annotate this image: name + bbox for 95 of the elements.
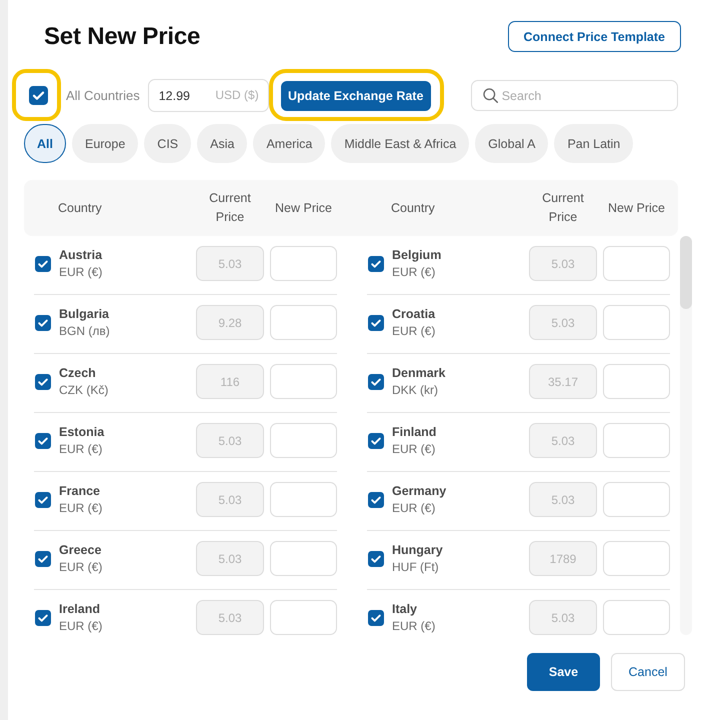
currency-code: EUR (€) [392, 500, 436, 516]
search-icon [482, 88, 498, 103]
current-price-field: 5.03 [529, 305, 597, 340]
currency-code: EUR (€) [392, 322, 436, 340]
checkbox[interactable] [35, 432, 51, 448]
checkbox[interactable] [35, 492, 51, 508]
new-price-field[interactable] [270, 305, 337, 340]
column-header: Current Price [208, 190, 252, 226]
country-name: Greece [59, 542, 102, 558]
checkbox[interactable] [368, 314, 384, 330]
region-tab[interactable]: Asia [197, 124, 248, 163]
new-price-field[interactable] [603, 246, 670, 281]
current-price-field: 5.03 [529, 423, 597, 458]
currency-code: EUR (€) [392, 440, 436, 458]
column-header: Current Price [541, 190, 585, 226]
country-name: Bulgaria [59, 306, 110, 322]
currency-code: EUR (€) [59, 618, 102, 634]
country-name: Germany [392, 482, 446, 500]
region-tab[interactable]: Middle East & Africa [331, 124, 470, 163]
country-name: Belgium [392, 246, 442, 264]
new-price-field[interactable] [270, 246, 337, 281]
currency-code: EUR (€) [392, 264, 436, 280]
checkbox[interactable] [35, 374, 51, 390]
new-price-field[interactable] [603, 423, 670, 458]
currency-code: EUR (€) [59, 440, 102, 458]
checkbox[interactable] [35, 314, 51, 330]
checkbox[interactable] [368, 374, 384, 390]
current-price-field: 5.03 [529, 600, 597, 635]
current-price-field: 5.03 [196, 246, 264, 281]
current-price-field: 1789 [529, 541, 597, 576]
currency-code: DKK (kr) [392, 382, 438, 398]
checkbox[interactable] [368, 610, 384, 626]
region-tab[interactable]: CIS [144, 124, 192, 163]
cancel-button[interactable]: Cancel [611, 653, 685, 691]
currency-label: USD ($) [215, 88, 259, 103]
region-tab[interactable]: Global A [475, 124, 548, 163]
country-name: Italy [392, 600, 418, 618]
country-name: Hungary [392, 542, 443, 558]
currency-code: EUR (€) [59, 264, 102, 280]
new-price-field[interactable] [270, 600, 337, 635]
column-header: Country [57, 200, 103, 217]
scrollbar-thumb[interactable] [680, 236, 692, 309]
region-tab[interactable]: America [253, 124, 326, 163]
checkbox[interactable] [368, 432, 384, 448]
country-name: Czech [59, 364, 96, 382]
search-field[interactable]: Search [470, 80, 678, 111]
currency-code: EUR (€) [392, 618, 436, 634]
column-header: Country [390, 200, 436, 217]
checkbox[interactable] [368, 256, 384, 272]
currency-code: BGN (лв) [59, 322, 110, 340]
country-name: Austria [59, 246, 102, 264]
new-price-field[interactable] [270, 541, 337, 576]
new-price-field[interactable] [270, 423, 337, 458]
current-price-field: 5.03 [196, 423, 264, 458]
save-button[interactable]: Save [527, 653, 600, 691]
country-name: France [59, 482, 100, 500]
new-price-field[interactable] [603, 541, 670, 576]
new-price-field[interactable] [270, 482, 337, 517]
dialog-title: Set New Price [44, 22, 200, 50]
country-name: Croatia [392, 306, 436, 322]
column-header: New Price [274, 200, 333, 216]
country-name: Finland [392, 424, 436, 440]
currency-code: HUF (Ft) [392, 558, 439, 576]
new-price-field[interactable] [603, 364, 670, 399]
checkbox[interactable] [35, 256, 51, 272]
checkbox[interactable] [35, 550, 51, 566]
new-price-field[interactable] [270, 364, 337, 399]
current-price-field: 5.03 [529, 482, 597, 517]
current-price-field: 9.28 [196, 305, 264, 340]
currency-code: CZK (Kč) [59, 382, 108, 398]
region-tab[interactable]: Pan Latin [554, 124, 634, 163]
region-tab[interactable]: Europe [72, 124, 138, 163]
currency-code: EUR (€) [59, 558, 102, 576]
current-price-field: 5.03 [196, 482, 264, 517]
currency-code: EUR (€) [59, 500, 102, 516]
connect-template-button[interactable]: Connect Price Template [508, 21, 681, 52]
checkbox[interactable] [368, 492, 384, 508]
current-price-field: 35.17 [529, 364, 597, 399]
current-price-field: 5.03 [196, 541, 264, 576]
country-name: Estonia [59, 424, 104, 440]
country-name: Ireland [59, 600, 100, 618]
checkbox-label: All Countries [66, 88, 140, 103]
checkbox[interactable] [29, 86, 48, 105]
current-price-field: 116 [196, 364, 264, 399]
checkbox[interactable] [35, 610, 51, 626]
new-price-field[interactable] [603, 305, 670, 340]
region-tab[interactable]: All [24, 124, 66, 163]
new-price-field[interactable] [603, 600, 670, 635]
country-name: Denmark [392, 364, 446, 382]
checkbox[interactable] [368, 550, 384, 566]
current-price-field: 5.03 [196, 600, 264, 635]
current-price-field: 5.03 [529, 246, 597, 281]
column-header: New Price [607, 200, 666, 216]
new-price-field[interactable] [603, 482, 670, 517]
update-rate-button[interactable]: Update Exchange Rate [280, 80, 431, 110]
